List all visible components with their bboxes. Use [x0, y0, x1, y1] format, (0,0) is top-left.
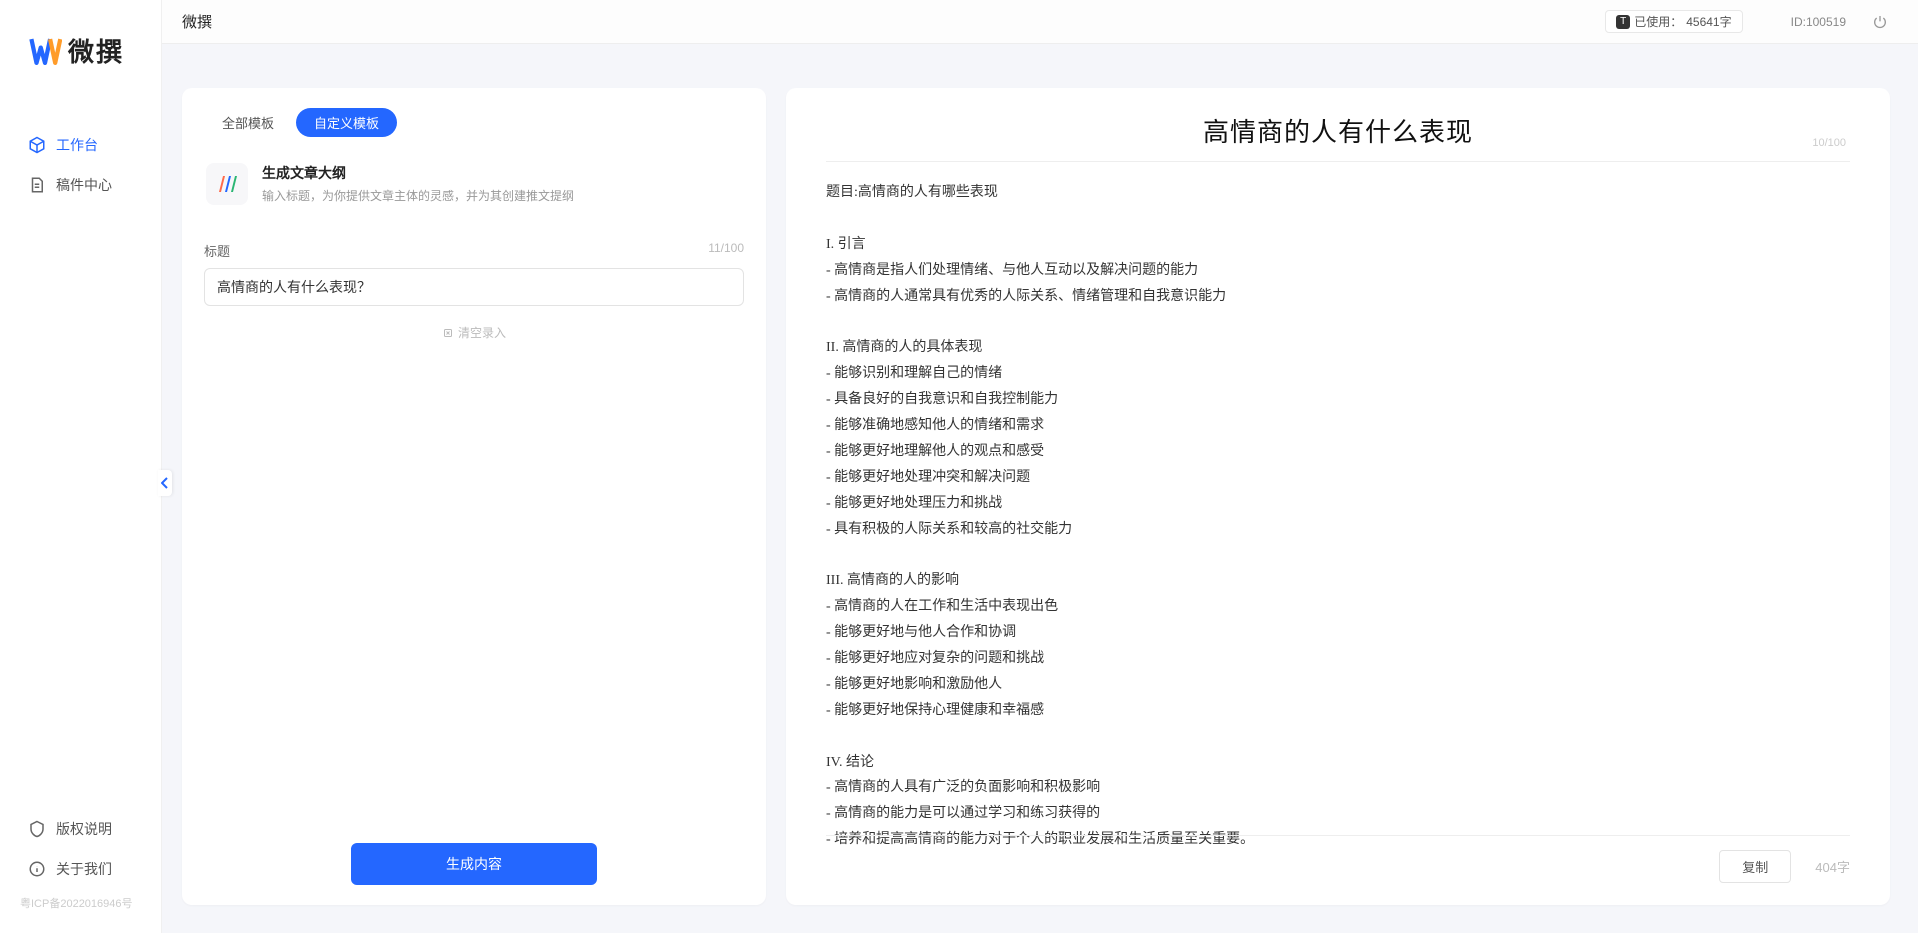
- sidebar-bottom: 版权说明 关于我们 粤ICP备2022016946号: [0, 809, 161, 933]
- info-icon: [28, 860, 46, 878]
- generate-button[interactable]: 生成内容: [351, 843, 597, 885]
- copy-button[interactable]: 复制: [1719, 850, 1791, 883]
- usage-prefix: 已使用：: [1634, 13, 1682, 30]
- text-badge-icon: T: [1616, 15, 1630, 29]
- output-title-row: 高情商的人有什么表现 10/100: [826, 112, 1850, 149]
- usage-badge[interactable]: T 已使用： 45641字: [1605, 10, 1742, 33]
- clear-input-button[interactable]: 清空录入: [204, 324, 744, 341]
- field-counter: 11/100: [708, 241, 744, 260]
- sidebar-item-about[interactable]: 关于我们: [0, 849, 161, 889]
- brand-logo-icon: [28, 34, 62, 68]
- output-panel: 高情商的人有什么表现 10/100 题目:高情商的人有哪些表现 I. 引言 - …: [786, 88, 1890, 905]
- sidebar-item-label: 版权说明: [56, 819, 112, 839]
- eraser-icon: [442, 327, 454, 339]
- template-icon: [206, 163, 248, 205]
- output-title-counter: 10/100: [1812, 137, 1846, 149]
- sidebar-item-workspace[interactable]: 工作台: [0, 125, 161, 165]
- books-icon: [215, 172, 239, 196]
- sidebar-item-label: 关于我们: [56, 859, 112, 879]
- sidebar-nav: 工作台 稿件中心: [0, 125, 161, 809]
- divider: [826, 161, 1850, 162]
- document-icon: [28, 176, 46, 194]
- input-panel: 全部模板 自定义模板 生成文章大纲 输入标题，为你提供文章主体的灵感，并为其创建…: [182, 88, 766, 905]
- template-info: 生成文章大纲 输入标题，为你提供文章主体的灵感，并为其创建推文提纲: [262, 163, 574, 205]
- power-icon[interactable]: [1872, 14, 1888, 30]
- topbar: 微撰 T 已使用： 45641字 ID:100519: [162, 0, 1918, 44]
- title-input[interactable]: [204, 268, 744, 306]
- brand-name: 微撰: [68, 32, 124, 69]
- template-desc: 输入标题，为你提供文章主体的灵感，并为其创建推文提纲: [262, 187, 574, 204]
- output-title: 高情商的人有什么表现: [1203, 112, 1473, 149]
- sidebar-collapse-handle[interactable]: [158, 470, 172, 496]
- main: 微撰 T 已使用： 45641字 ID:100519 全部模板 自定义模板: [162, 0, 1918, 933]
- word-count: 404字: [1815, 857, 1850, 876]
- output-body: 题目:高情商的人有哪些表现 I. 引言 - 高情商是指人们处理情绪、与他人互动以…: [826, 180, 1850, 853]
- icp-text: 粤ICP备2022016946号: [0, 889, 161, 925]
- shield-icon: [28, 820, 46, 838]
- field-label-row: 标题 11/100: [204, 241, 744, 260]
- sidebar: 微撰 工作台 稿件中心 版权说明 关于我们 粤ICP备2: [0, 0, 162, 933]
- tab-custom-templates[interactable]: 自定义模板: [296, 108, 397, 137]
- sidebar-item-label: 稿件中心: [56, 175, 112, 195]
- logo: 微撰: [0, 32, 161, 125]
- template-card: 生成文章大纲 输入标题，为你提供文章主体的灵感，并为其创建推文提纲: [204, 155, 744, 229]
- user-id: ID:100519: [1791, 15, 1846, 29]
- clear-label: 清空录入: [458, 324, 506, 341]
- output-footer: 复制 404字: [826, 835, 1850, 883]
- field-label: 标题: [204, 241, 230, 260]
- sidebar-item-drafts[interactable]: 稿件中心: [0, 165, 161, 205]
- sidebar-item-copyright[interactable]: 版权说明: [0, 809, 161, 849]
- content: 全部模板 自定义模板 生成文章大纲 输入标题，为你提供文章主体的灵感，并为其创建…: [162, 44, 1918, 933]
- page-title: 微撰: [182, 11, 212, 32]
- tab-all-templates[interactable]: 全部模板: [204, 108, 292, 137]
- usage-value: 45641字: [1686, 13, 1731, 30]
- template-tabs: 全部模板 自定义模板: [204, 108, 744, 137]
- cube-icon: [28, 136, 46, 154]
- sidebar-item-label: 工作台: [56, 135, 98, 155]
- chevron-left-icon: [161, 477, 169, 489]
- template-title: 生成文章大纲: [262, 163, 574, 183]
